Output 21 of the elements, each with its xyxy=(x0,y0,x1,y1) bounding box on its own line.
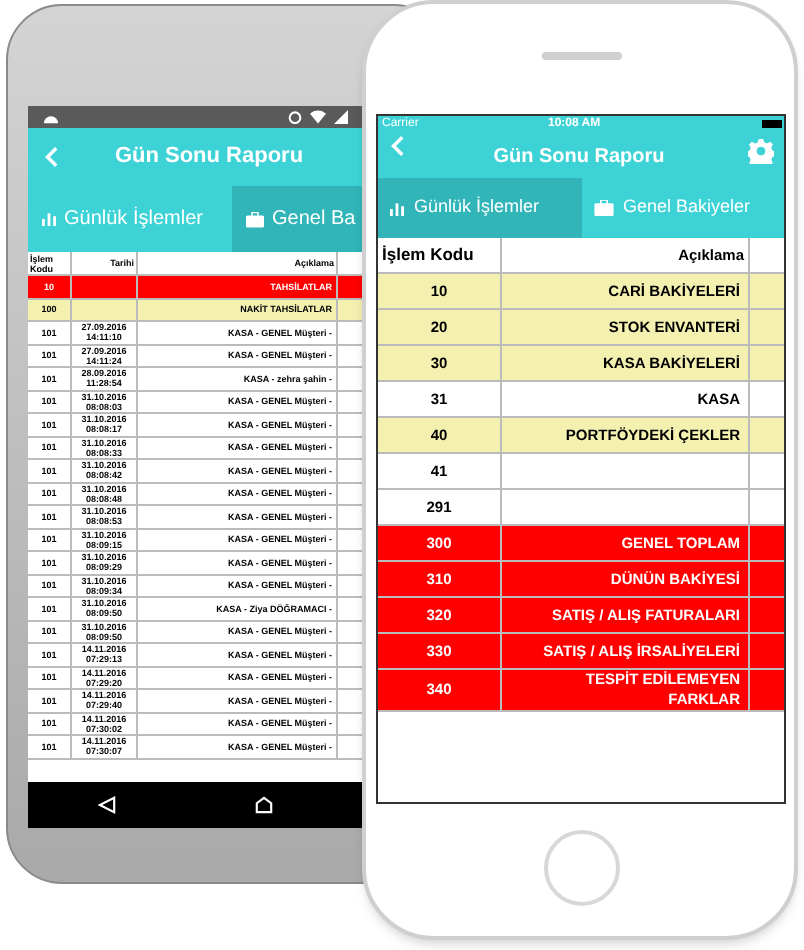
screen-title: Gün Sonu Raporu xyxy=(112,142,306,173)
home-icon[interactable] xyxy=(254,796,275,814)
speaker-icon xyxy=(542,52,622,60)
bar-chart-icon xyxy=(42,212,56,226)
back-icon[interactable] xyxy=(97,796,116,814)
tab[interactable]: Günlük İşlemler xyxy=(378,178,581,238)
tab[interactable]: Günlük İşlemler xyxy=(28,186,232,252)
signal-icon xyxy=(334,110,348,124)
tab[interactable]: Genel Bakiyeler xyxy=(581,178,784,238)
battery-icon xyxy=(762,120,782,128)
briefcase-icon xyxy=(593,200,613,216)
alarm-icon xyxy=(288,110,302,124)
settings-icon[interactable] xyxy=(748,138,774,164)
home-button[interactable] xyxy=(544,830,620,906)
bar-chart-icon xyxy=(390,201,404,215)
wifi-icon xyxy=(310,110,326,124)
tab[interactable]: Genel Ba xyxy=(232,186,364,252)
screen-title: Gün Sonu Raporu xyxy=(491,144,667,172)
column-header: İşlem Kodu xyxy=(378,238,502,272)
briefcase-icon xyxy=(246,211,264,227)
android-icon xyxy=(44,111,58,123)
